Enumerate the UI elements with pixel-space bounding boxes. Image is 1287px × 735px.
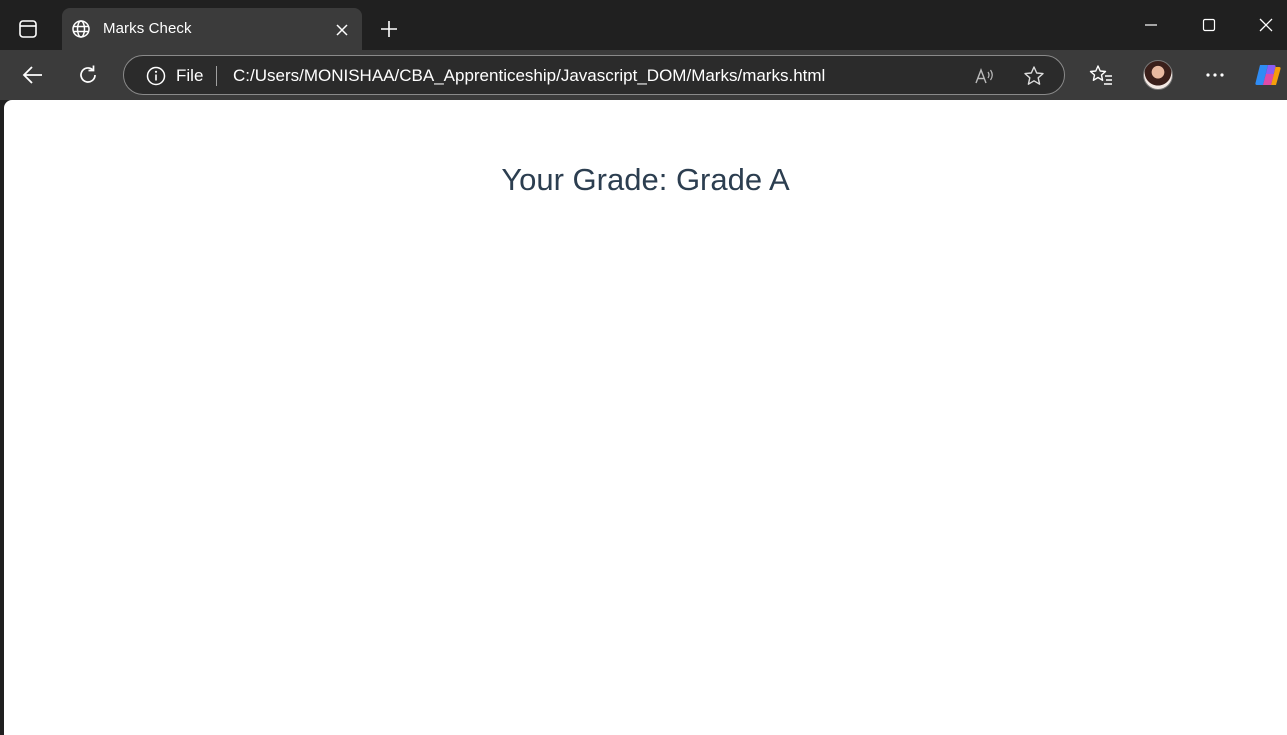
globe-icon [70, 18, 92, 40]
plus-icon[interactable] [377, 17, 401, 41]
address-bar[interactable]: File C:/Users/MONISHAA/CBA_Apprenticeshi… [123, 55, 1065, 95]
tab-actions-icon[interactable] [16, 17, 40, 41]
star-icon[interactable] [1022, 64, 1046, 88]
url-text[interactable]: C:/Users/MONISHAA/CBA_Apprenticeship/Jav… [233, 66, 825, 86]
more-icon[interactable] [1202, 62, 1228, 88]
browser-window: Marks Check File C:/Users/MONISHAA/CBA_A… [0, 0, 1287, 735]
read-aloud-icon[interactable] [973, 64, 997, 88]
grade-result-text: Your Grade: Grade A [501, 162, 790, 197]
info-icon[interactable] [145, 65, 167, 87]
page-viewport: Your Grade: Grade A [4, 100, 1287, 735]
copilot-icon[interactable] [1253, 61, 1283, 89]
favorites-icon[interactable] [1088, 62, 1114, 88]
address-separator [216, 66, 217, 86]
avatar[interactable] [1143, 60, 1173, 90]
site-info-label[interactable]: File [176, 66, 203, 86]
back-arrow-icon[interactable] [19, 62, 47, 88]
tab-marks-check[interactable]: Marks Check [62, 8, 362, 50]
toolbar: File C:/Users/MONISHAA/CBA_Apprenticeshi… [0, 50, 1287, 100]
refresh-icon[interactable] [75, 62, 101, 88]
tab-title: Marks Check [103, 20, 192, 37]
tab-strip: Marks Check [0, 0, 1287, 50]
maximize-icon[interactable] [1194, 12, 1224, 38]
close-window-icon[interactable] [1251, 12, 1281, 38]
minimize-icon[interactable] [1136, 12, 1166, 38]
close-icon[interactable] [332, 20, 352, 40]
